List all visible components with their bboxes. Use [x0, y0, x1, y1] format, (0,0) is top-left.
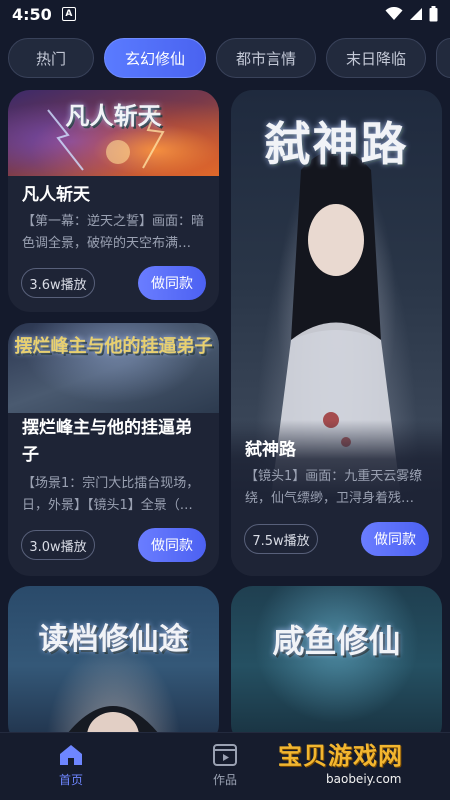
cover-art-title: 咸鱼修仙	[272, 622, 401, 660]
card-cover-image: 读档修仙途	[8, 586, 219, 746]
tab-apocalypse[interactable]: 末日降临	[326, 38, 426, 78]
make-same-button[interactable]: 做同款	[138, 528, 206, 562]
tab-more[interactable]	[436, 38, 450, 78]
card-title: 摆烂峰主与他的挂逼弟子	[22, 418, 192, 465]
card-description: 【场景1：宗门大比擂台现场，日，外景】【镜头1】全景（…	[22, 476, 200, 513]
play-count-badge: 3.0w播放	[21, 530, 95, 560]
cover-art-title: 读档修仙途	[38, 622, 189, 657]
tab-label: 都市言情	[235, 49, 296, 68]
status-bar: 4:50 A	[0, 0, 450, 28]
video-icon	[213, 744, 237, 766]
card-title: 弑神路	[245, 440, 296, 460]
video-card[interactable]: 咸鱼修仙	[231, 586, 442, 746]
card-cover-image: 凡人斩天	[8, 90, 219, 176]
status-icons	[385, 6, 438, 22]
card-description: 【第一幕：逆天之誓】画面：暗色调全景，破碎的天空布满…	[22, 214, 205, 251]
nav-home[interactable]: 首页	[36, 743, 106, 788]
nav-works-label: 作品	[212, 773, 237, 787]
home-icon	[60, 745, 82, 765]
status-time: 4:50	[12, 4, 52, 24]
signal-icon	[410, 8, 422, 20]
wifi-icon	[385, 7, 403, 20]
card-cover-image: 摆烂峰主与他的挂逼弟子	[8, 323, 219, 413]
video-card[interactable]: 读档修仙途	[8, 586, 219, 746]
video-card[interactable]: 凡人斩天 凡人斩天 【第一幕：逆天之誓】画面：暗色调全景，破碎的天空布满… 3.…	[8, 90, 219, 312]
video-card[interactable]: 摆烂峰主与他的挂逼弟子 摆烂峰主与他的挂逼弟子 【场景1：宗门大比擂台现场，日，…	[8, 323, 219, 576]
nav-home-label: 首页	[58, 773, 83, 787]
play-count-badge: 7.5w播放	[244, 524, 318, 554]
watermark-text: 宝贝游戏网	[278, 742, 403, 770]
make-same-button[interactable]: 做同款	[138, 266, 206, 300]
tab-label: 热门	[35, 49, 66, 68]
tab-label: 末日降临	[345, 49, 406, 68]
notification-a-icon: A	[61, 7, 76, 21]
play-count-badge: 3.6w播放	[21, 268, 95, 298]
video-card[interactable]: 弑神路 弑神路 【镜头1】画面：九重天云雾缭绕，仙气缥缈，卫浔身着残… 7.5w…	[231, 90, 442, 576]
battery-icon	[429, 6, 438, 22]
card-description: 【镜头1】画面：九重天云雾缭绕，仙气缥缈，卫浔身着残…	[245, 469, 423, 506]
card-title: 凡人斩天	[22, 185, 90, 205]
card-cover-image: 咸鱼修仙	[231, 586, 442, 746]
make-same-button[interactable]: 做同款	[361, 522, 429, 556]
cover-art-title: 弑神路	[264, 117, 409, 171]
watermark: 宝贝游戏网 baobeiy.com	[270, 732, 450, 800]
watermark-url: baobeiy.com	[326, 772, 402, 786]
cover-art-figure	[58, 706, 168, 746]
tab-xuanhuan[interactable]: 玄幻修仙	[104, 38, 206, 78]
tab-label: 玄幻修仙	[124, 49, 185, 68]
cover-art-title: 摆烂峰主与他的挂逼弟子	[14, 336, 213, 357]
tab-urban-romance[interactable]: 都市言情	[216, 38, 316, 78]
category-tabs: 热门 玄幻修仙 都市言情 末日降临	[8, 38, 450, 78]
nav-works[interactable]: 作品	[190, 743, 260, 788]
tab-hot[interactable]: 热门	[8, 38, 94, 78]
cover-art-title: 凡人斩天	[65, 101, 162, 130]
